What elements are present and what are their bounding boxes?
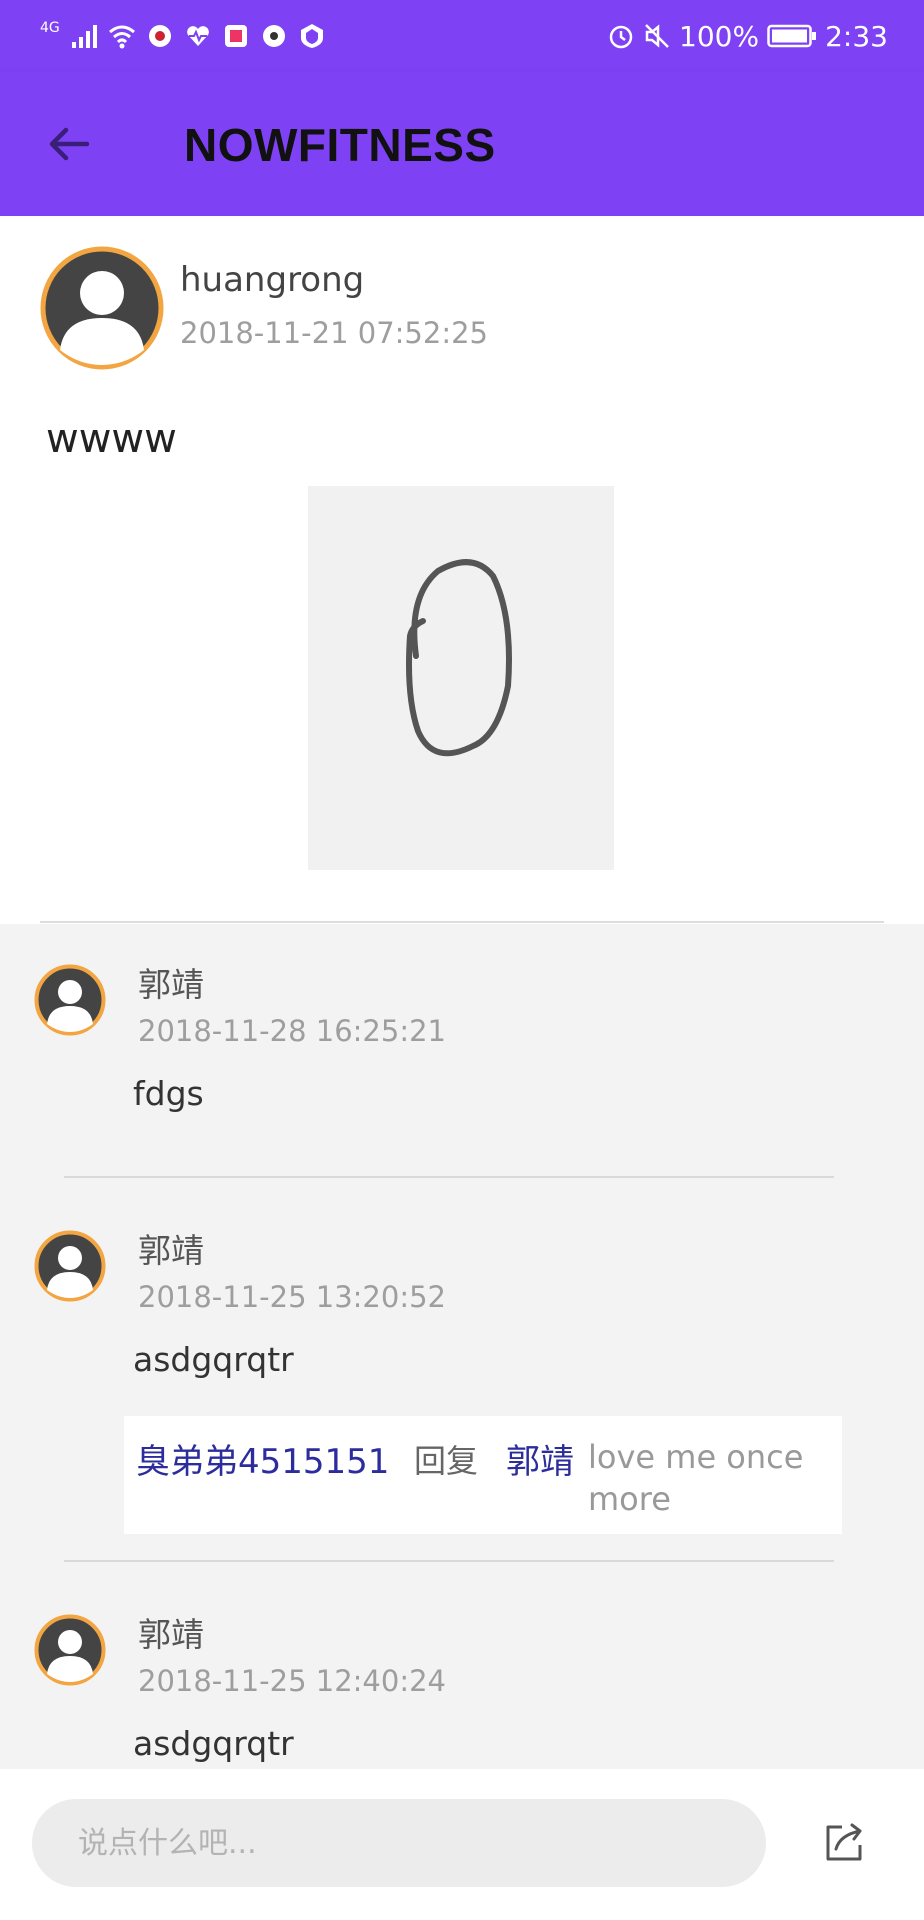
post-image[interactable] <box>308 486 614 870</box>
battery-percent: 100% <box>679 19 760 53</box>
post-divider <box>40 921 884 923</box>
post: huangrong 2018-11-21 07:52:25 wwww <box>0 216 924 924</box>
status-left: 4G <box>40 18 326 54</box>
arrow-left-icon <box>49 127 90 161</box>
comment-list: 郭靖 2018-11-28 16:25:21 fdgs 郭靖 2018-11-2… <box>0 924 924 1769</box>
reply-author[interactable]: 臭弟弟4515151 <box>136 1434 389 1483</box>
post-username[interactable]: huangrong <box>180 260 364 300</box>
reply-message: love me once more <box>588 1438 804 1518</box>
comment-divider <box>64 1176 834 1178</box>
comment-timestamp: 2018-11-28 16:25:21 <box>138 1014 446 1048</box>
comment-author[interactable]: 郭靖 <box>138 958 204 1006</box>
battery-icon <box>767 24 817 48</box>
share-icon[interactable] <box>822 1821 866 1865</box>
comment-input[interactable] <box>32 1799 766 1887</box>
comment-author[interactable]: 郭靖 <box>138 1224 204 1272</box>
comment-avatar[interactable] <box>34 1614 106 1686</box>
post-image-drawing <box>406 559 512 757</box>
page-title: NOWFITNESS <box>184 119 496 171</box>
reply-target[interactable]: 郭靖 <box>506 1434 574 1483</box>
shield-app-icon <box>300 24 323 48</box>
comment-text: asdgqrqtr <box>133 1724 294 1763</box>
signal-icon <box>71 25 97 48</box>
comment-timestamp: 2018-11-25 13:20:52 <box>138 1280 446 1314</box>
cube-app-icon <box>224 25 247 47</box>
wifi-icon <box>108 25 135 49</box>
app-notification-icon <box>148 25 171 47</box>
comment-text: fdgs <box>133 1074 204 1113</box>
music-app-icon <box>262 25 285 47</box>
reply-label: 回复 <box>414 1442 479 1480</box>
clock: 2:33 <box>825 19 888 53</box>
alarm-icon <box>609 25 633 49</box>
comment-text: asdgqrqtr <box>133 1340 294 1379</box>
status-right: 100% 2:33 <box>607 18 888 54</box>
comment-divider <box>64 1560 834 1562</box>
comment-input-bar <box>0 1769 924 1920</box>
health-icon <box>186 26 209 46</box>
status-bar: 4G 100% 2:33 <box>0 0 924 72</box>
avatar[interactable] <box>40 246 164 370</box>
network-type-label: 4G <box>40 20 60 36</box>
app-bar: NOWFITNESS <box>0 72 924 216</box>
post-content: wwww <box>46 416 177 462</box>
comment-avatar[interactable] <box>34 1230 106 1302</box>
back-button[interactable] <box>40 116 96 172</box>
comment-author[interactable]: 郭靖 <box>138 1608 204 1656</box>
comment-timestamp: 2018-11-25 12:40:24 <box>138 1664 446 1698</box>
comment-avatar[interactable] <box>34 964 106 1036</box>
mute-icon <box>645 24 669 48</box>
post-timestamp: 2018-11-21 07:52:25 <box>180 316 488 350</box>
reply-box[interactable]: 臭弟弟4515151 回复 郭靖 love me once more <box>124 1416 842 1534</box>
